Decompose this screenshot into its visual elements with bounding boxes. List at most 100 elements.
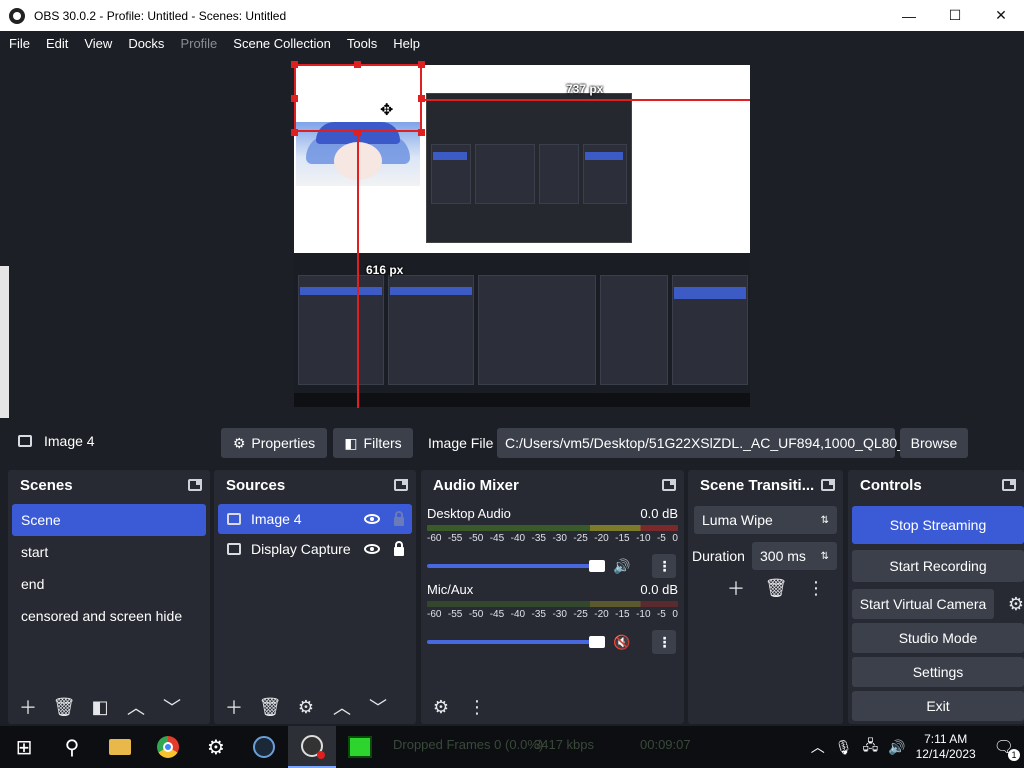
spin-arrows-icon: ⇅ bbox=[820, 550, 829, 562]
audio-mixer-header: Audio Mixer bbox=[421, 470, 684, 500]
settings-button[interactable]: Settings bbox=[852, 657, 1024, 687]
chrome-icon[interactable] bbox=[144, 726, 192, 768]
menu-view[interactable]: View bbox=[76, 36, 120, 51]
move-down-button[interactable]: ﹀ bbox=[160, 695, 184, 719]
undock-icon[interactable] bbox=[1002, 479, 1016, 491]
lock-icon[interactable] bbox=[394, 510, 404, 526]
exit-button[interactable]: Exit bbox=[852, 691, 1024, 721]
move-down-button[interactable]: ﹀ bbox=[366, 695, 390, 719]
ghost-time: 00:09:07 bbox=[640, 737, 691, 752]
transition-menu-button[interactable]: ⋮ bbox=[804, 576, 828, 600]
eye-icon[interactable] bbox=[364, 514, 380, 524]
source-toolbar: Image 4 ⚙ Properties ◧ Filters Image Fil… bbox=[0, 418, 1024, 468]
resize-handle[interactable] bbox=[291, 61, 298, 68]
scenes-title: Scenes bbox=[20, 476, 73, 494]
image-icon bbox=[227, 513, 241, 525]
start-recording-button[interactable]: Start Recording bbox=[852, 550, 1024, 582]
studio-mode-button[interactable]: Studio Mode bbox=[852, 623, 1024, 653]
menu-edit[interactable]: Edit bbox=[38, 36, 76, 51]
menu-file[interactable]: File bbox=[0, 36, 38, 51]
preview-area[interactable]: 737 px 616 px ✥ bbox=[0, 56, 1024, 426]
scene-item[interactable]: censored and screen hide bbox=[12, 600, 206, 632]
scene-item[interactable]: Scene bbox=[12, 504, 206, 536]
audio-menu-button[interactable]: ⋮ bbox=[465, 695, 489, 719]
resize-handle[interactable] bbox=[291, 95, 298, 102]
eye-icon[interactable] bbox=[364, 544, 380, 554]
steam-icon[interactable] bbox=[240, 726, 288, 768]
notification-icon[interactable]: 🗨 1 bbox=[994, 737, 1020, 761]
move-up-button[interactable]: ︿ bbox=[124, 695, 148, 719]
settings-gear-icon[interactable]: ⚙ bbox=[192, 726, 240, 768]
audio-channel-desktop: Desktop Audio 0.0 dB -60 -55 -50 -45 -40 -35-… bbox=[427, 506, 678, 578]
add-transition-button[interactable]: ＋ bbox=[724, 576, 748, 600]
advanced-audio-gear-icon[interactable]: ⚙ bbox=[429, 695, 453, 719]
volume-slider[interactable] bbox=[427, 636, 605, 648]
browse-button[interactable]: Browse bbox=[900, 428, 968, 458]
volume-icon[interactable]: 🔊 bbox=[888, 739, 905, 756]
undock-icon[interactable] bbox=[394, 479, 408, 491]
move-up-button[interactable]: ︿ bbox=[330, 695, 354, 719]
transitions-header: Scene Transiti... bbox=[688, 470, 843, 500]
stop-streaming-button[interactable]: Stop Streaming bbox=[852, 506, 1024, 544]
microphone-icon[interactable]: 🎙 bbox=[835, 739, 853, 756]
horizontal-measure: 737 px bbox=[566, 82, 604, 96]
source-properties-button[interactable]: ⚙ bbox=[294, 695, 318, 719]
resize-handle[interactable] bbox=[354, 61, 361, 68]
properties-button[interactable]: ⚙ Properties bbox=[221, 428, 327, 458]
chevron-up-icon[interactable]: ︿ bbox=[811, 737, 825, 757]
volume-slider[interactable] bbox=[427, 560, 605, 572]
channel-menu-button[interactable]: ⋮ bbox=[652, 554, 677, 578]
lock-icon[interactable] bbox=[394, 540, 404, 556]
menu-scene-collection[interactable]: Scene Collection bbox=[225, 36, 339, 51]
menu-tools[interactable]: Tools bbox=[339, 36, 385, 51]
minimize-button[interactable]: — bbox=[886, 0, 932, 31]
vertical-guide bbox=[357, 132, 359, 408]
horizontal-guide bbox=[422, 99, 750, 101]
resize-handle[interactable] bbox=[418, 61, 425, 68]
source-item[interactable]: Image 4 bbox=[218, 504, 412, 534]
controls-dock: Controls Stop Streaming Start Recording … bbox=[848, 470, 1024, 724]
selected-source: Image 4 bbox=[18, 433, 95, 449]
clock[interactable]: 7:11 AM 12/14/2023 bbox=[916, 732, 976, 762]
source-item[interactable]: Display Capture bbox=[218, 534, 412, 564]
undock-icon[interactable] bbox=[188, 479, 202, 491]
channel-menu-button[interactable]: ⋮ bbox=[652, 630, 677, 654]
virtual-camera-gear-icon[interactable]: ⚙ bbox=[1004, 592, 1024, 616]
menu-docks[interactable]: Docks bbox=[120, 36, 172, 51]
remove-source-button[interactable]: 🗑 bbox=[258, 695, 282, 719]
meter-ticks: -60 -55 -50 -45 -40 -35 -30 -25 -20 -15 -10 -5 0 bbox=[427, 609, 678, 620]
transition-select[interactable]: Luma Wipe ⇅ bbox=[694, 506, 837, 534]
speaker-icon[interactable]: 🔊 bbox=[613, 558, 630, 575]
green-app-icon[interactable] bbox=[336, 726, 384, 768]
add-scene-button[interactable]: ＋ bbox=[16, 695, 40, 719]
filters-button[interactable]: ◧ Filters bbox=[333, 428, 413, 458]
maximize-button[interactable]: ☐ bbox=[932, 0, 978, 31]
undock-icon[interactable] bbox=[662, 479, 676, 491]
network-icon[interactable]: 🖧 bbox=[863, 735, 879, 759]
resize-handle[interactable] bbox=[291, 129, 298, 136]
obs-taskbar-icon[interactable] bbox=[288, 726, 336, 768]
remove-transition-button[interactable]: 🗑 bbox=[764, 576, 788, 600]
windows-start-icon[interactable]: ⊞ bbox=[0, 726, 48, 768]
add-source-button[interactable]: ＋ bbox=[222, 695, 246, 719]
audio-mixer-dock: Audio Mixer Desktop Audio 0.0 dB -60 -55-… bbox=[421, 470, 684, 724]
image-file-path-field[interactable]: C:/Users/vm5/Desktop/51G22XSlZDL._AC_UF8… bbox=[497, 428, 928, 458]
resize-handle[interactable] bbox=[418, 129, 425, 136]
duration-spinbox[interactable]: 300 ms ⇅ bbox=[752, 542, 837, 570]
search-icon[interactable]: ⚲ bbox=[48, 726, 96, 768]
obs-window: OBS 30.0.2 - Profile: Untitled - Scenes:… bbox=[0, 0, 1024, 768]
ghost-bitrate: 3417 kbps bbox=[534, 737, 594, 752]
close-button[interactable]: ✕ bbox=[978, 0, 1024, 31]
scene-item[interactable]: start bbox=[12, 536, 206, 568]
menu-bar: File Edit View Docks Profile Scene Colle… bbox=[0, 31, 1024, 56]
selection-box[interactable] bbox=[294, 64, 422, 132]
scene-filters-button[interactable]: ◧ bbox=[88, 695, 112, 719]
start-virtual-camera-button[interactable]: Start Virtual Camera bbox=[852, 589, 994, 619]
file-explorer-icon[interactable] bbox=[96, 726, 144, 768]
menu-help[interactable]: Help bbox=[385, 36, 428, 51]
scene-item[interactable]: end bbox=[12, 568, 206, 600]
muted-speaker-icon[interactable]: 🔇 bbox=[613, 634, 630, 651]
remove-scene-button[interactable]: 🗑 bbox=[52, 695, 76, 719]
undock-icon[interactable] bbox=[821, 479, 835, 491]
window-title: OBS 30.0.2 - Profile: Untitled - Scenes:… bbox=[34, 8, 287, 23]
